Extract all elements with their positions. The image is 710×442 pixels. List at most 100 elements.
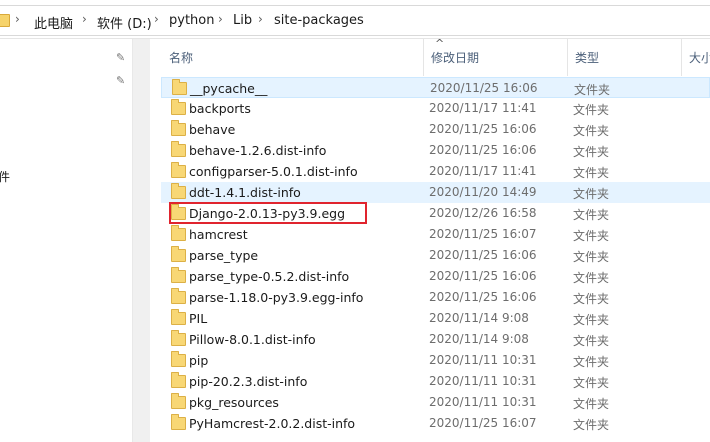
folder-icon — [171, 288, 186, 304]
file-name[interactable]: PyHamcrest-2.0.2.dist-info — [189, 416, 355, 431]
file-row[interactable]: PyHamcrest-2.0.2.dist-info 2020/11/25 16:… — [161, 413, 710, 434]
folder-icon — [171, 225, 186, 241]
folder-icon — [171, 267, 186, 283]
file-name[interactable]: pkg_resources — [189, 395, 279, 410]
file-name[interactable]: hamcrest — [189, 227, 248, 242]
file-name[interactable]: pip — [189, 353, 208, 368]
pin-icon[interactable]: ✎ — [116, 74, 125, 87]
column-header-modified[interactable]: 修改日期 — [423, 39, 567, 76]
file-type: 文件夹 — [573, 271, 610, 285]
file-type: 文件夹 — [573, 124, 610, 138]
folder-icon — [171, 246, 186, 262]
file-row[interactable]: behave-1.2.6.dist-info 2020/11/25 16:06 文件… — [161, 140, 710, 161]
file-type: 文件夹 — [573, 208, 610, 222]
file-row[interactable]: hamcrest 2020/11/25 16:07 文件夹 — [161, 224, 710, 245]
file-modified-date: 2020/11/25 16:06 — [429, 290, 537, 304]
folder-icon — [171, 393, 186, 409]
file-row[interactable]: parse-1.18.0-py3.9.egg-info 2020/11/25 16… — [161, 287, 710, 308]
file-type: 文件夹 — [573, 397, 610, 411]
file-type: 文件夹 — [573, 250, 610, 264]
address-bar: › 此电脑 › 软件 (D:) › python › Lib › site-pa… — [0, 0, 710, 39]
breadcrumb[interactable]: › 此电脑 › 软件 (D:) › python › Lib › site-pa… — [0, 5, 710, 36]
file-modified-date: 2020/11/11 10:31 — [429, 374, 537, 388]
folder-icon — [171, 309, 186, 325]
nav-item-label[interactable]: 件 — [0, 168, 10, 185]
file-row[interactable]: behave 2020/11/25 16:06 文件夹 — [161, 119, 710, 140]
file-name[interactable]: parse_type-0.5.2.dist-info — [189, 269, 349, 284]
file-name[interactable]: backports — [189, 101, 251, 116]
file-modified-date: 2020/11/17 11:41 — [429, 164, 537, 178]
annotation-highlight-box — [169, 202, 367, 224]
file-name[interactable]: ddt-1.4.1.dist-info — [189, 185, 301, 200]
file-row[interactable]: PIL 2020/11/14 9:08 文件夹 — [161, 308, 710, 329]
file-type: 文件夹 — [573, 376, 610, 390]
folder-icon — [171, 99, 186, 115]
file-type: 文件夹 — [573, 166, 610, 180]
file-modified-date: 2020/11/25 16:07 — [429, 227, 537, 241]
folder-icon — [171, 162, 186, 178]
file-row[interactable]: Pillow-8.0.1.dist-info 2020/11/14 9:08 文件夹 — [161, 329, 710, 350]
breadcrumb-site-packages[interactable]: site-packages — [274, 13, 364, 28]
file-modified-date: 2020/11/11 10:31 — [429, 353, 537, 367]
file-name[interactable]: __pycache__ — [190, 81, 267, 96]
file-modified-date: 2020/11/25 16:06 — [429, 122, 537, 136]
folder-icon — [171, 372, 186, 388]
file-type: 文件夹 — [573, 313, 610, 327]
file-modified-date: 2020/11/20 14:49 — [429, 185, 537, 199]
file-row[interactable]: pip 2020/11/11 10:31 文件夹 — [161, 350, 710, 371]
breadcrumb-lib[interactable]: Lib — [233, 13, 252, 28]
file-list: PyHamcrest-2.0.2.dist-info 2020/11/25 16:… — [149, 76, 710, 442]
chevron-right-icon[interactable]: › — [154, 12, 159, 26]
file-name[interactable]: pip-20.2.3.dist-info — [189, 374, 307, 389]
breadcrumb-this-pc[interactable]: 此电脑 — [34, 13, 73, 32]
pin-icon[interactable]: ✎ — [116, 51, 125, 64]
file-name[interactable]: Pillow-8.0.1.dist-info — [189, 332, 316, 347]
nav-scrollbar[interactable] — [132, 39, 150, 442]
column-header-name[interactable]: 名称 — [161, 39, 423, 76]
file-modified-date: 2020/12/26 16:58 — [429, 206, 537, 220]
file-row[interactable]: configparser-5.0.1.dist-info 2020/11/17 1… — [161, 161, 710, 182]
chevron-right-icon[interactable]: › — [82, 12, 87, 26]
folder-icon — [171, 183, 186, 199]
breadcrumb-python[interactable]: python — [169, 13, 214, 28]
navigation-pane: ✎ ✎ 件 — [0, 39, 132, 442]
file-name[interactable]: configparser-5.0.1.dist-info — [189, 164, 358, 179]
chevron-right-icon[interactable]: › — [218, 12, 223, 26]
folder-icon — [171, 141, 186, 157]
file-row[interactable]: backports 2020/11/17 11:41 文件夹 — [161, 98, 710, 119]
column-headers: 名称 ^ 修改日期 类型 大小 — [149, 37, 710, 76]
file-row[interactable]: __pycache__ 2020/11/25 16:06 文件夹 — [161, 77, 710, 98]
chevron-right-icon[interactable]: › — [15, 12, 20, 26]
file-modified-date: 2020/11/14 9:08 — [429, 332, 529, 346]
file-modified-date: 2020/11/17 11:41 — [429, 101, 537, 115]
breadcrumb-drive-d[interactable]: 软件 (D:) — [97, 13, 152, 32]
folder-icon — [171, 351, 186, 367]
file-type: 文件夹 — [573, 229, 610, 243]
file-name[interactable]: behave — [189, 122, 235, 137]
folder-icon — [0, 14, 10, 27]
file-row[interactable]: pip-20.2.3.dist-info 2020/11/11 10:31 文件夹 — [161, 371, 710, 392]
file-name[interactable]: parse_type — [189, 248, 258, 263]
file-modified-date: 2020/11/11 10:31 — [429, 395, 537, 409]
folder-icon — [171, 330, 186, 346]
file-modified-date: 2020/11/25 16:06 — [429, 248, 537, 262]
file-row[interactable]: pkg_resources 2020/11/11 10:31 文件夹 — [161, 392, 710, 413]
file-name[interactable]: PIL — [189, 311, 207, 326]
file-type: 文件夹 — [573, 187, 610, 201]
file-type: 文件夹 — [574, 83, 611, 97]
file-row[interactable]: ddt-1.4.1.dist-info 2020/11/20 14:49 文件夹 — [161, 182, 710, 203]
column-header-type[interactable]: 类型 — [567, 39, 681, 76]
file-modified-date: 2020/11/25 16:06 — [429, 143, 537, 157]
chevron-right-icon[interactable]: › — [258, 12, 263, 26]
folder-icon — [172, 79, 187, 95]
file-type: 文件夹 — [573, 103, 610, 117]
file-type: 文件夹 — [573, 145, 610, 159]
file-name[interactable]: behave-1.2.6.dist-info — [189, 143, 326, 158]
file-name[interactable]: parse-1.18.0-py3.9.egg-info — [189, 290, 363, 305]
folder-icon — [171, 120, 186, 136]
file-type: 文件夹 — [573, 292, 610, 306]
file-row[interactable]: parse_type-0.5.2.dist-info 2020/11/25 16:… — [161, 266, 710, 287]
file-row[interactable]: parse_type 2020/11/25 16:06 文件夹 — [161, 245, 710, 266]
file-type: 文件夹 — [573, 355, 610, 369]
column-header-size[interactable]: 大小 — [681, 39, 710, 76]
